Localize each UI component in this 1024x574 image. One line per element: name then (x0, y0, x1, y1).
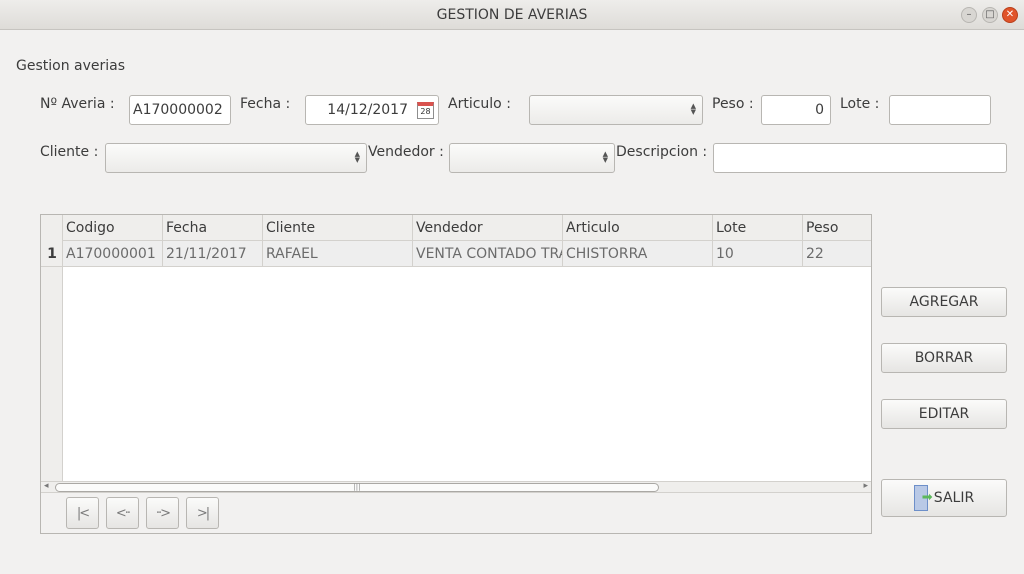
fecha-label: Fecha : (240, 96, 291, 112)
column-header-peso[interactable]: Peso (803, 215, 872, 240)
vendedor-select[interactable]: ▲ ▼ (449, 143, 615, 173)
cliente-select[interactable]: ▲ ▼ (105, 143, 367, 173)
cell-lote: 10 (713, 241, 803, 266)
close-icon[interactable]: ✕ (1002, 7, 1018, 23)
window-title: GESTION DE AVERIAS (436, 7, 588, 23)
next-record-button[interactable]: ··> (146, 497, 179, 529)
table-header: Codigo Fecha Cliente Vendedor Articulo L… (63, 215, 871, 241)
minimize-icon[interactable]: – (961, 7, 977, 23)
combo-arrows-icon: ▲ ▼ (602, 150, 608, 164)
peso-label: Peso : (712, 96, 754, 112)
fecha-field[interactable]: 14/12/2017 28 (305, 95, 439, 125)
column-header-lote[interactable]: Lote (713, 215, 803, 240)
averia-label: Nº Averia : (40, 96, 115, 112)
column-header-codigo[interactable]: Codigo (63, 215, 163, 240)
cell-vendedor: VENTA CONTADO TRA (413, 241, 563, 266)
cell-cliente: RAFAEL (263, 241, 413, 266)
cell-fecha: 21/11/2017 (163, 241, 263, 266)
lote-label: Lote : (840, 96, 880, 112)
column-header-fecha[interactable]: Fecha (163, 215, 263, 240)
column-header-cliente[interactable]: Cliente (263, 215, 413, 240)
section-title: Gestion averias (16, 58, 126, 74)
salir-label: SALIR (933, 490, 975, 506)
exit-door-icon (913, 485, 933, 511)
combo-arrows-icon: ▲ ▼ (354, 150, 360, 164)
editar-button[interactable]: EDITAR (881, 399, 1007, 429)
last-record-button[interactable]: >| (186, 497, 219, 529)
combo-arrows-icon: ▲ ▼ (690, 102, 696, 116)
scrollbar-thumb[interactable]: ||| (55, 483, 659, 492)
row-number[interactable]: 1 (41, 241, 63, 267)
scroll-left-icon[interactable]: ◂ (44, 481, 49, 491)
descripcion-field[interactable] (713, 143, 1007, 173)
previous-record-button[interactable]: <·· (106, 497, 139, 529)
borrar-button[interactable]: BORRAR (881, 343, 1007, 373)
scroll-right-icon[interactable]: ▸ (863, 481, 868, 491)
maximize-icon[interactable]: □ (982, 7, 998, 23)
vendedor-label: Vendedor : (368, 144, 444, 160)
salir-button[interactable]: SALIR (881, 479, 1007, 517)
agregar-button[interactable]: AGREGAR (881, 287, 1007, 317)
calendar-icon[interactable]: 28 (417, 102, 434, 119)
articulo-select[interactable]: ▲ ▼ (529, 95, 703, 125)
horizontal-scrollbar[interactable]: ◂ ||| ▸ (41, 481, 871, 493)
fecha-value: 14/12/2017 (327, 102, 408, 118)
title-bar: GESTION DE AVERIAS – □ ✕ (0, 0, 1024, 30)
cell-codigo: A170000001 (63, 241, 163, 266)
first-record-button[interactable]: |< (66, 497, 99, 529)
cliente-label: Cliente : (40, 144, 99, 160)
navigation-bar: |< <·· ··> >| (41, 493, 871, 533)
peso-field[interactable]: 0 (761, 95, 831, 125)
cell-articulo: CHISTORRA (563, 241, 713, 266)
lote-field[interactable] (889, 95, 991, 125)
column-header-vendedor[interactable]: Vendedor (413, 215, 563, 240)
descripcion-label: Descripcion : (616, 144, 708, 160)
averia-field[interactable]: A170000002 (129, 95, 231, 125)
column-header-articulo[interactable]: Articulo (563, 215, 713, 240)
table-row[interactable]: A170000001 21/11/2017 RAFAEL VENTA CONTA… (63, 241, 871, 267)
cell-peso: 22 (806, 245, 824, 262)
averias-table[interactable]: Codigo Fecha Cliente Vendedor Articulo L… (40, 214, 872, 534)
articulo-label: Articulo : (448, 96, 511, 112)
